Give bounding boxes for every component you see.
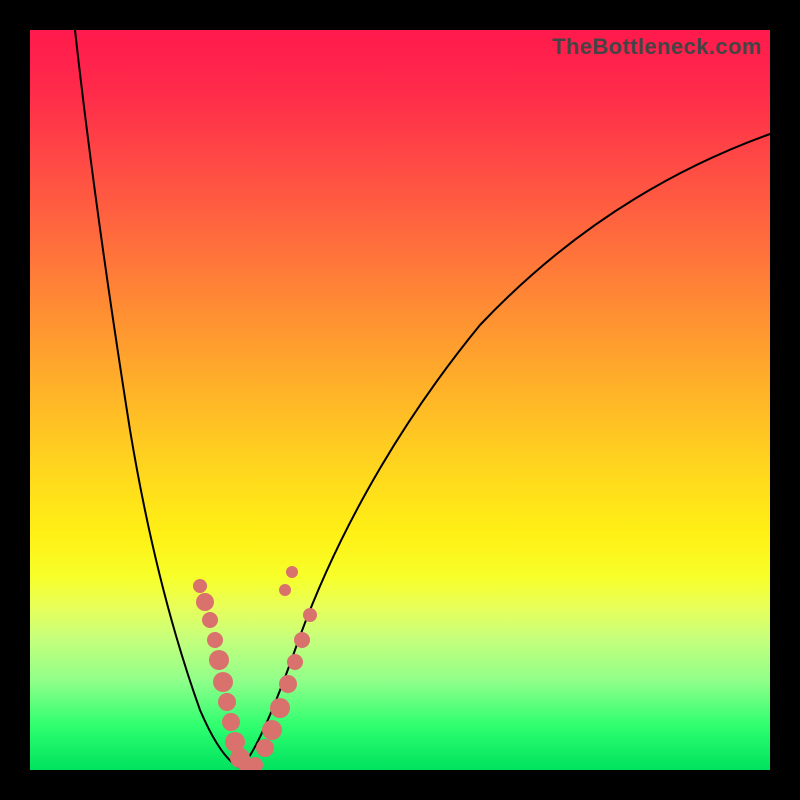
marker-dot bbox=[256, 739, 274, 757]
chart-frame: TheBottleneck.com bbox=[0, 0, 800, 800]
chart-svg bbox=[30, 30, 770, 770]
marker-dot bbox=[303, 608, 317, 622]
marker-dot bbox=[213, 672, 233, 692]
marker-dot bbox=[294, 632, 310, 648]
marker-dot bbox=[209, 650, 229, 670]
marker-dot bbox=[287, 654, 303, 670]
curve-right-branch bbox=[240, 134, 770, 768]
marker-dot bbox=[270, 698, 290, 718]
marker-dot bbox=[262, 720, 282, 740]
marker-dot bbox=[279, 584, 291, 596]
marker-dot bbox=[196, 593, 214, 611]
marker-dot bbox=[202, 612, 218, 628]
marker-dot bbox=[207, 632, 223, 648]
marker-dot bbox=[218, 693, 236, 711]
chart-plot-area: TheBottleneck.com bbox=[30, 30, 770, 770]
marker-dot bbox=[193, 579, 207, 593]
marker-dot bbox=[222, 713, 240, 731]
marker-dot bbox=[279, 675, 297, 693]
marker-group bbox=[193, 566, 317, 770]
marker-dot bbox=[286, 566, 298, 578]
